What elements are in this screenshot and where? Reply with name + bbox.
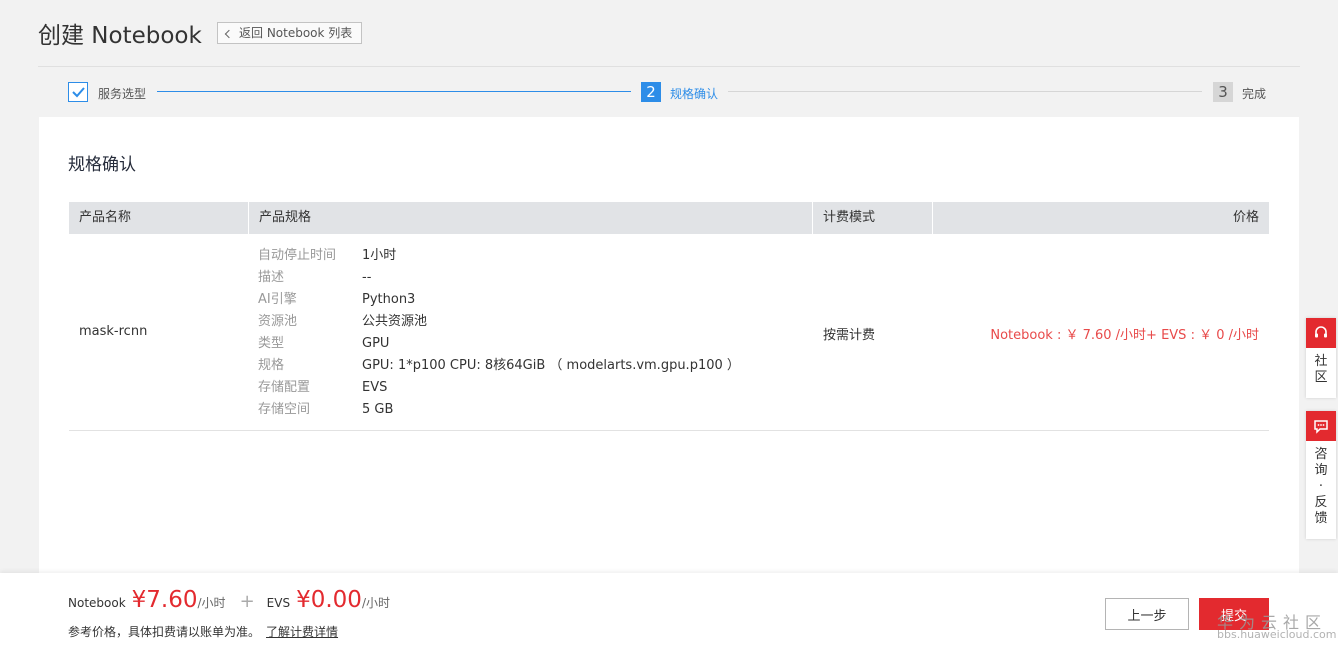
- step-3-label: 完成: [1242, 87, 1267, 101]
- plus-icon: +: [239, 591, 255, 612]
- spec-confirm-card: 规格确认 产品名称 产品规格 计费模式 价格 mask-rcnn 自动停止时间 1…: [39, 117, 1299, 577]
- fee-note-text: 参考价格，具体扣费请以账单为准。: [68, 625, 261, 639]
- community-side-button[interactable]: 社 区: [1306, 318, 1336, 398]
- spec-key: AI引擎: [258, 292, 297, 307]
- step-1-label: 服务选型: [98, 87, 147, 101]
- column-header-price: 价格: [1232, 210, 1259, 225]
- community-label: 社 区: [1314, 354, 1328, 385]
- spec-value: 公共资源池: [362, 314, 428, 329]
- notebook-fee-label: Notebook: [68, 596, 126, 610]
- spec-value: EVS: [362, 380, 388, 395]
- spec-key: 规格: [258, 358, 285, 373]
- chevron-left-icon: [224, 29, 234, 38]
- spec-value: 1小时: [362, 248, 397, 263]
- row-divider: [69, 430, 1269, 431]
- column-header-product-spec: 产品规格: [249, 202, 813, 234]
- evs-fee-value: ¥0.00: [296, 587, 362, 613]
- spec-key: 存储配置: [258, 380, 311, 395]
- spec-key: 存储空间: [258, 402, 311, 417]
- evs-fee-label: EVS: [266, 596, 291, 610]
- column-header-product-name: 产品名称: [69, 202, 249, 234]
- step-connector-2: [728, 91, 1202, 92]
- step-connector-1: [157, 91, 631, 92]
- spec-row: 类型 GPU: [258, 333, 740, 355]
- table-header: 产品名称 产品规格 计费模式 价格: [69, 202, 1269, 234]
- spec-value: Python3: [362, 292, 416, 307]
- spec-key: 描述: [258, 270, 285, 285]
- fee-summary: Notebook ¥7.60 /小时 + EVS ¥0.00 /小时: [68, 587, 390, 613]
- step-3-number: 3: [1213, 82, 1233, 102]
- billing-mode: 按需计费: [823, 328, 876, 343]
- header-divider: [38, 66, 1300, 67]
- spec-key: 自动停止时间: [258, 248, 337, 263]
- price-text: Notebook : ￥ 7.60 /小时+ EVS : ￥ 0 /小时: [990, 328, 1259, 343]
- previous-step-button[interactable]: 上一步: [1105, 598, 1189, 630]
- spec-list: 自动停止时间 1小时 描述 -- AI引擎 Python3 资源池 公共资源池 类型 GP…: [258, 245, 740, 421]
- chat-bubble-icon: [1314, 420, 1328, 434]
- evs-fee-unit: /小时: [361, 596, 390, 610]
- spec-value: --: [362, 270, 372, 285]
- feedback-side-button[interactable]: 咨 询 · 反 馈: [1306, 411, 1336, 539]
- step-2-number: 2: [641, 82, 661, 102]
- notebook-fee-value: ¥7.60: [131, 587, 198, 613]
- headset-icon: [1315, 326, 1327, 338]
- spec-row: 存储配置 EVS: [258, 377, 740, 399]
- billing-details-link[interactable]: 了解计费详情: [266, 625, 338, 639]
- spec-value: 5 GB: [362, 402, 394, 417]
- spec-row: AI引擎 Python3: [258, 289, 740, 311]
- spec-value: GPU: [362, 336, 390, 351]
- spec-key: 资源池: [258, 314, 298, 329]
- back-to-list-button[interactable]: 返回 Notebook 列表: [217, 22, 363, 44]
- page-title: 创建 Notebook: [38, 23, 202, 49]
- step-1-check-box: [68, 82, 88, 102]
- spec-row: 规格 GPU: 1*p100 CPU: 8核64GiB （ modelarts.v…: [258, 355, 740, 377]
- spec-key: 类型: [258, 336, 285, 351]
- spec-row: 描述 --: [258, 267, 740, 289]
- product-name: mask-rcnn: [79, 324, 148, 339]
- column-header-billing-mode: 计费模式: [813, 202, 933, 234]
- step-2-label: 规格确认: [670, 87, 719, 101]
- back-button-label: 返回 Notebook 列表: [239, 26, 353, 40]
- community-icon-box: [1306, 318, 1336, 348]
- footer-bar: Notebook ¥7.60 /小时 + EVS ¥0.00 /小时 参考价格，…: [0, 573, 1338, 650]
- check-icon: [72, 87, 85, 98]
- notebook-fee-unit: /小时: [197, 596, 226, 610]
- spec-row: 自动停止时间 1小时: [258, 245, 740, 267]
- feedback-label: 咨 询 · 反 馈: [1314, 447, 1328, 526]
- feedback-icon-box: [1306, 411, 1336, 441]
- watermark-url: bbs.huaweicloud.com: [1217, 628, 1337, 641]
- spec-row: 存储空间 5 GB: [258, 399, 740, 421]
- spec-row: 资源池 公共资源池: [258, 311, 740, 333]
- spec-value: GPU: 1*p100 CPU: 8核64GiB （ modelarts.vm.…: [362, 358, 740, 373]
- fee-note: 参考价格，具体扣费请以账单为准。 了解计费详情: [68, 623, 338, 640]
- card-title: 规格确认: [68, 155, 136, 175]
